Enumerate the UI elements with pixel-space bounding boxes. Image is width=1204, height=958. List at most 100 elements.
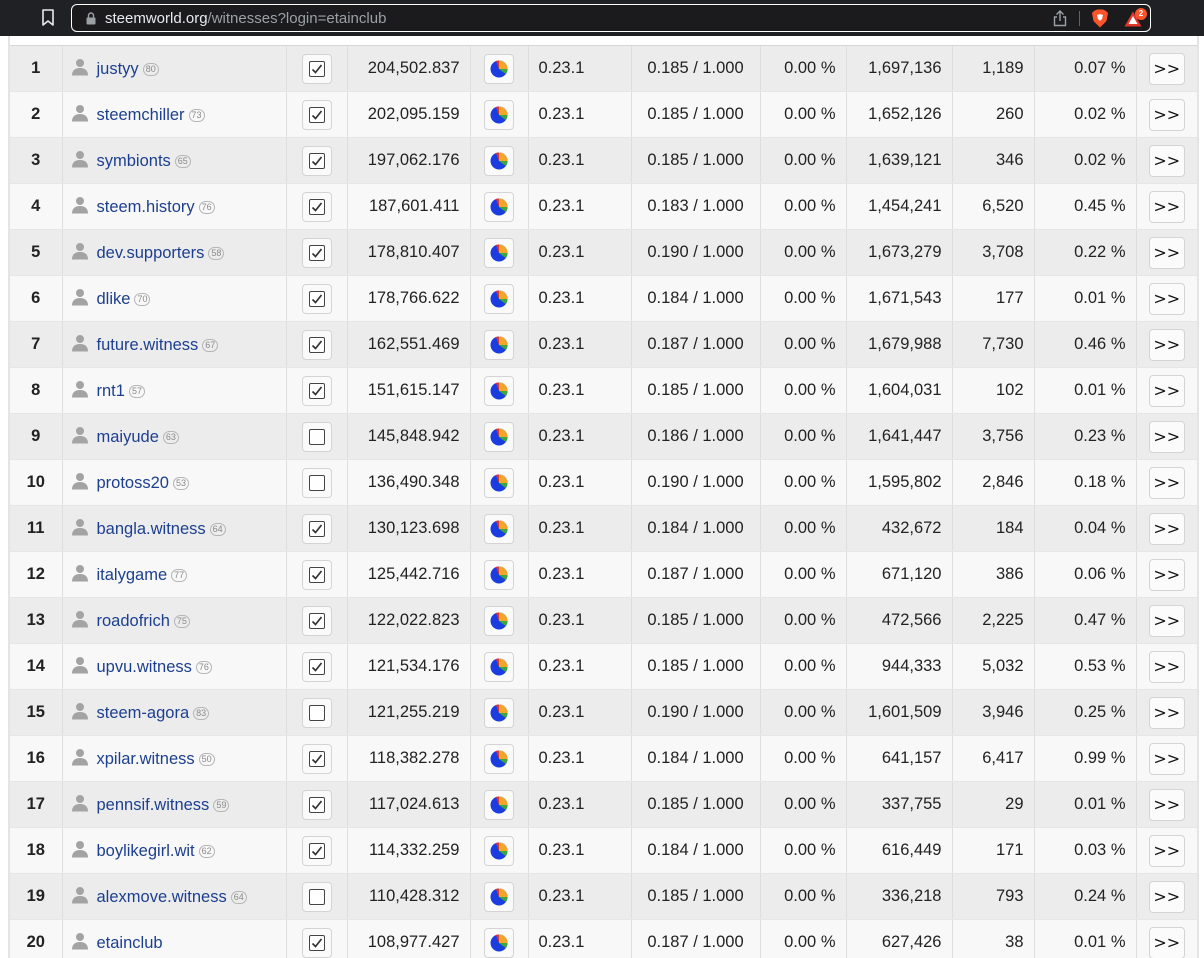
vote-button[interactable] (301, 145, 332, 176)
vote-button[interactable] (301, 53, 332, 84)
vote-button[interactable] (301, 375, 332, 406)
vote-checkbox[interactable] (308, 934, 325, 951)
details-button[interactable]: >> (1148, 558, 1185, 591)
vote-distribution-button[interactable] (484, 53, 514, 84)
vote-button[interactable] (301, 743, 332, 774)
details-button[interactable]: >> (1148, 236, 1185, 269)
brave-shield-icon[interactable] (1091, 9, 1109, 28)
vote-checkbox[interactable] (308, 60, 325, 77)
vote-distribution-button[interactable] (484, 559, 514, 590)
witness-name-link[interactable]: alexmove.witness (97, 888, 227, 906)
vote-button[interactable] (301, 513, 332, 544)
details-button[interactable]: >> (1148, 52, 1185, 85)
witness-name-link[interactable]: italygame (97, 566, 168, 584)
details-button[interactable]: >> (1148, 282, 1185, 315)
vote-checkbox[interactable] (308, 474, 325, 491)
share-icon[interactable] (1053, 10, 1067, 27)
details-button[interactable]: >> (1148, 742, 1185, 775)
details-button[interactable]: >> (1148, 98, 1185, 131)
vote-distribution-button[interactable] (484, 421, 514, 452)
vote-checkbox[interactable] (308, 152, 325, 169)
details-button[interactable]: >> (1148, 696, 1185, 729)
witness-name-link[interactable]: steem.history (97, 198, 195, 216)
witness-name-link[interactable]: maiyude (97, 428, 159, 446)
witness-name-link[interactable]: dev.supporters (97, 244, 205, 262)
brave-rewards-button[interactable]: 2 (1124, 8, 1147, 28)
witness-name-link[interactable]: dlike (97, 290, 131, 308)
vote-checkbox[interactable] (308, 520, 325, 537)
details-button[interactable]: >> (1148, 420, 1185, 453)
vote-checkbox[interactable] (308, 612, 325, 629)
vote-button[interactable] (301, 559, 332, 590)
vote-button[interactable] (301, 99, 332, 130)
vote-checkbox[interactable] (308, 658, 325, 675)
vote-button[interactable] (301, 605, 332, 636)
details-button[interactable]: >> (1148, 374, 1185, 407)
details-button[interactable]: >> (1148, 880, 1185, 913)
vote-distribution-button[interactable] (484, 835, 514, 866)
vote-distribution-button[interactable] (484, 145, 514, 176)
details-button[interactable]: >> (1148, 788, 1185, 821)
vote-checkbox[interactable] (308, 106, 325, 123)
vote-checkbox[interactable] (308, 290, 325, 307)
details-button[interactable]: >> (1148, 650, 1185, 683)
vote-distribution-button[interactable] (484, 881, 514, 912)
witness-name-link[interactable]: rnt1 (97, 382, 125, 400)
vote-button[interactable] (301, 283, 332, 314)
address-bar[interactable]: steemworld.org/witnesses?login=etainclub… (71, 4, 1151, 32)
bookmark-icon[interactable] (41, 9, 55, 27)
vote-distribution-button[interactable] (484, 375, 514, 406)
vote-distribution-button[interactable] (484, 283, 514, 314)
details-button[interactable]: >> (1148, 604, 1185, 637)
vote-checkbox[interactable] (308, 842, 325, 859)
details-button[interactable]: >> (1148, 328, 1185, 361)
vote-checkbox[interactable] (308, 566, 325, 583)
vote-button[interactable] (301, 835, 332, 866)
details-button[interactable]: >> (1148, 466, 1185, 499)
witness-name-link[interactable]: steem-agora (97, 704, 190, 722)
vote-distribution-button[interactable] (484, 467, 514, 498)
witness-name-link[interactable]: bangla.witness (97, 520, 206, 538)
witness-name-link[interactable]: steemchiller (97, 106, 185, 124)
vote-checkbox[interactable] (308, 888, 325, 905)
witness-name-link[interactable]: symbionts (97, 152, 171, 170)
vote-checkbox[interactable] (308, 336, 325, 353)
vote-button[interactable] (301, 651, 332, 682)
witness-name-link[interactable]: future.witness (97, 336, 199, 354)
witness-name-link[interactable]: justyy (97, 60, 139, 78)
vote-distribution-button[interactable] (484, 513, 514, 544)
vote-checkbox[interactable] (308, 428, 325, 445)
vote-distribution-button[interactable] (484, 697, 514, 728)
details-button[interactable]: >> (1148, 834, 1185, 867)
vote-distribution-button[interactable] (484, 651, 514, 682)
vote-checkbox[interactable] (308, 382, 325, 399)
vote-distribution-button[interactable] (484, 191, 514, 222)
vote-button[interactable] (301, 697, 332, 728)
vote-distribution-button[interactable] (484, 789, 514, 820)
vote-distribution-button[interactable] (484, 237, 514, 268)
vote-button[interactable] (301, 467, 332, 498)
witness-name-link[interactable]: etainclub (97, 934, 163, 952)
vote-distribution-button[interactable] (484, 605, 514, 636)
vote-checkbox[interactable] (308, 244, 325, 261)
vote-checkbox[interactable] (308, 750, 325, 767)
witness-name-link[interactable]: upvu.witness (97, 658, 192, 676)
details-button[interactable]: >> (1148, 190, 1185, 223)
witness-name-link[interactable]: pennsif.witness (97, 796, 210, 814)
vote-checkbox[interactable] (308, 796, 325, 813)
vote-checkbox[interactable] (308, 198, 325, 215)
witness-name-link[interactable]: protoss20 (97, 474, 169, 492)
vote-button[interactable] (301, 421, 332, 452)
vote-distribution-button[interactable] (484, 927, 514, 958)
vote-button[interactable] (301, 329, 332, 360)
vote-button[interactable] (301, 881, 332, 912)
details-button[interactable]: >> (1148, 512, 1185, 545)
vote-button[interactable] (301, 191, 332, 222)
vote-button[interactable] (301, 927, 332, 958)
vote-distribution-button[interactable] (484, 743, 514, 774)
vote-distribution-button[interactable] (484, 329, 514, 360)
vote-button[interactable] (301, 237, 332, 268)
details-button[interactable]: >> (1148, 926, 1185, 958)
details-button[interactable]: >> (1148, 144, 1185, 177)
vote-button[interactable] (301, 789, 332, 820)
